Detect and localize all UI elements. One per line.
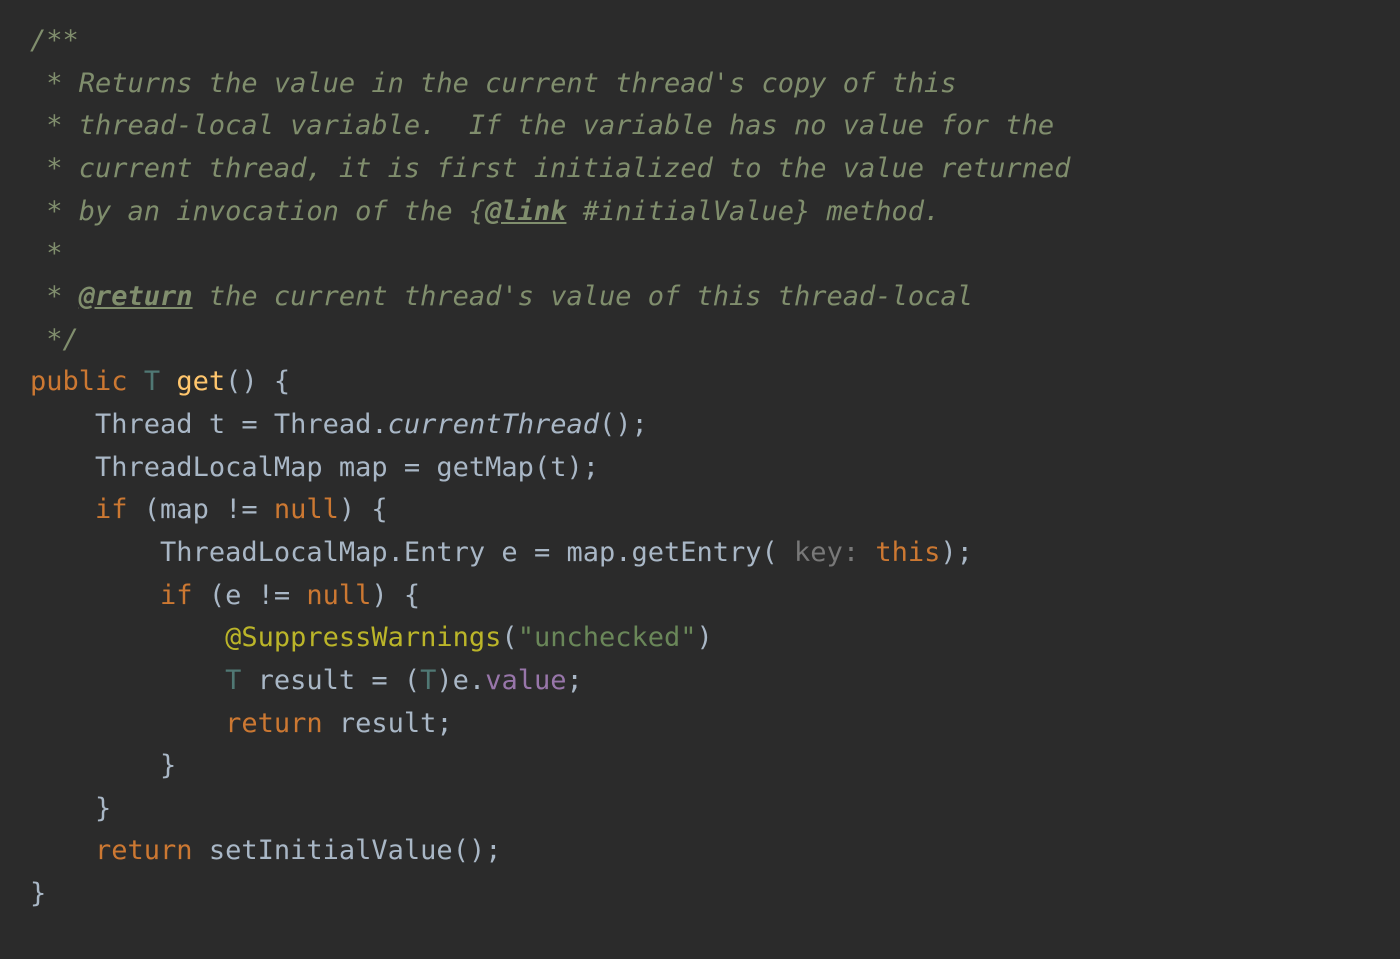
keyword-return: return <box>225 708 323 739</box>
method-name-get: get <box>176 366 225 397</box>
brace: { <box>258 366 291 397</box>
javadoc-line: * by an invocation of the {@link #initia… <box>30 196 940 227</box>
var-t: t <box>193 409 242 440</box>
code-editor[interactable]: /** * Returns the value in the current t… <box>0 0 1400 936</box>
punct: ) { <box>371 580 420 611</box>
keyword-null: null <box>274 494 339 525</box>
generic-type: T <box>144 366 160 397</box>
punct: (); <box>453 835 502 866</box>
field-value: value <box>485 665 566 696</box>
keyword-if: if <box>95 494 128 525</box>
punct: (); <box>599 409 648 440</box>
punct: (t); <box>534 452 599 483</box>
javadoc-line: * <box>30 238 63 269</box>
punct: ) <box>697 622 713 653</box>
javadoc-link-tag: @link <box>485 196 566 227</box>
punct: ; <box>566 665 582 696</box>
map-ref: map. <box>566 537 631 568</box>
javadoc-line: * Returns the value in the current threa… <box>30 68 957 99</box>
var-e: e <box>485 537 534 568</box>
call-setInitialValue: setInitialValue <box>209 835 453 866</box>
type-entry: ThreadLocalMap.Entry <box>160 537 485 568</box>
punct: ( <box>501 622 517 653</box>
keyword-public: public <box>30 366 128 397</box>
call-getEntry: getEntry <box>631 537 761 568</box>
brace: } <box>95 793 111 824</box>
call-currentThread: currentThread <box>388 409 599 440</box>
punct: ) { <box>339 494 388 525</box>
javadoc-line: * thread-local variable. If the variable… <box>30 110 1054 141</box>
javadoc-return-tag: @return <box>79 281 193 312</box>
return-result: result; <box>323 708 453 739</box>
brace: } <box>160 750 176 781</box>
var-result: result = ( <box>241 665 420 696</box>
keyword-null: null <box>306 580 371 611</box>
punct: ); <box>940 537 973 568</box>
parens: () <box>225 366 258 397</box>
equals: = <box>404 452 437 483</box>
keyword-if: if <box>160 580 193 611</box>
javadoc-line: * @return the current thread's value of … <box>30 281 973 312</box>
inlay-hint-key: key: <box>778 537 876 568</box>
var-map: map <box>323 452 404 483</box>
string-unchecked: "unchecked" <box>518 622 697 653</box>
type-thread: Thread <box>95 409 193 440</box>
generic-type: T <box>420 665 436 696</box>
type-threadlocalmap: ThreadLocalMap <box>95 452 323 483</box>
javadoc-line: */ <box>30 324 79 355</box>
keyword-this: this <box>875 537 940 568</box>
annotation-suppresswarnings: @SuppressWarnings <box>225 622 501 653</box>
condition: (e != <box>193 580 307 611</box>
equals: = <box>241 409 274 440</box>
equals: = <box>534 537 567 568</box>
generic-type: T <box>225 665 241 696</box>
javadoc-line: * current thread, it is first initialize… <box>30 153 1070 184</box>
punct: ( <box>762 537 778 568</box>
brace: } <box>30 878 46 909</box>
call-getMap: getMap <box>436 452 534 483</box>
condition: (map != <box>128 494 274 525</box>
javadoc-line: /** <box>30 25 79 56</box>
space <box>193 835 209 866</box>
keyword-return: return <box>95 835 193 866</box>
type-thread: Thread. <box>274 409 388 440</box>
punct: )e. <box>436 665 485 696</box>
